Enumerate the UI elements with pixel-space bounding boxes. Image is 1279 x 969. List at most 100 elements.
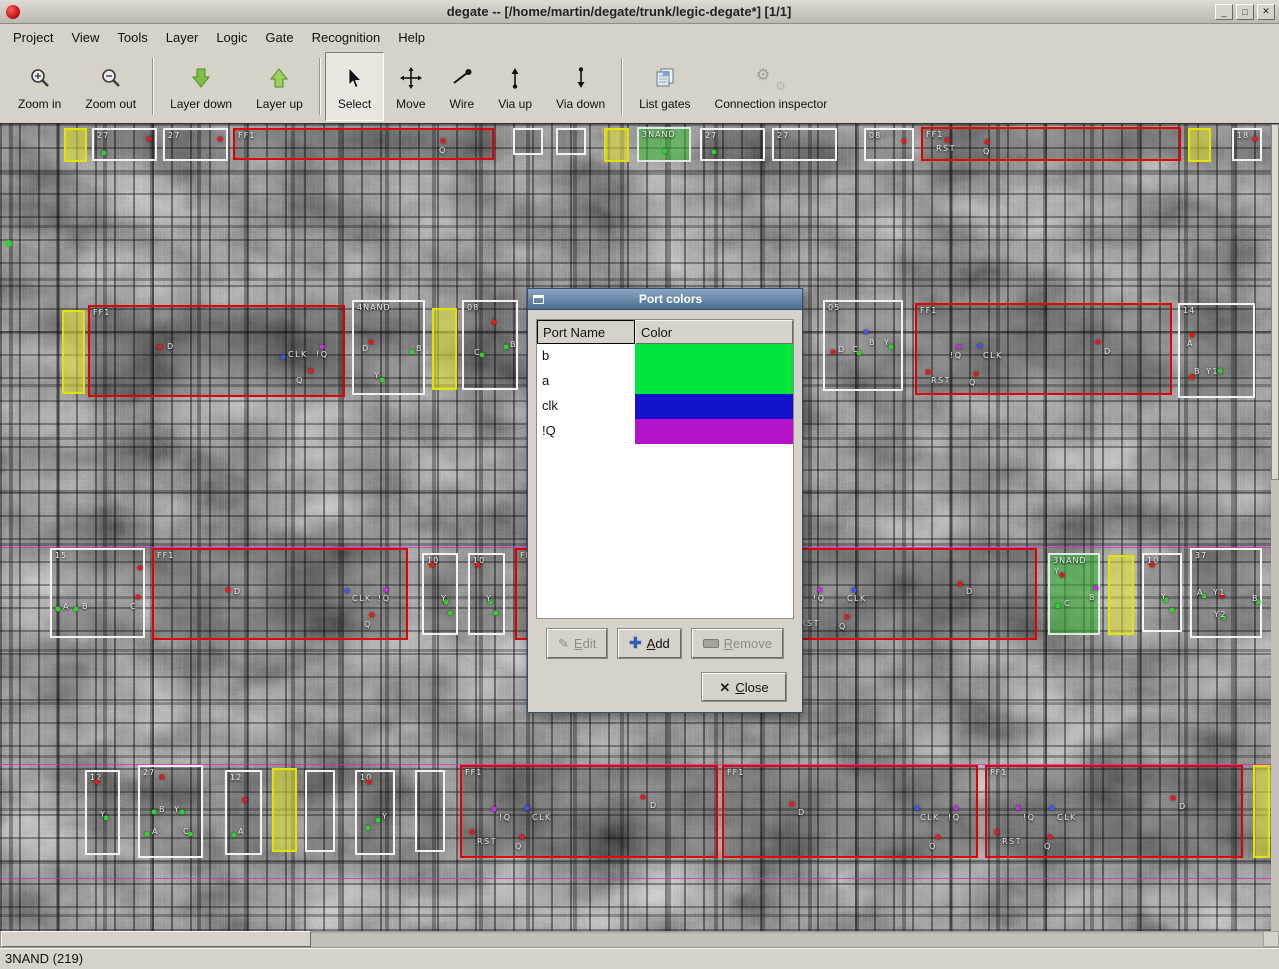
port-dot[interactable] — [1150, 563, 1155, 568]
tool-wire[interactable]: Wire — [438, 52, 487, 121]
tool-zoom-out[interactable]: Zoom out — [73, 52, 148, 121]
gate-box[interactable] — [432, 308, 457, 390]
port-dot[interactable] — [494, 611, 499, 616]
port-dot[interactable] — [957, 345, 962, 350]
table-row[interactable]: clk — [537, 394, 793, 419]
port-dot[interactable] — [915, 806, 920, 811]
gate-box[interactable]: FF1RSTQ — [921, 127, 1181, 161]
port-dot[interactable] — [232, 833, 237, 838]
gate-box[interactable]: 14ABY1 — [1178, 303, 1255, 398]
tool-list-gates[interactable]: List gates — [627, 52, 702, 121]
gate-box[interactable]: 12Y — [85, 770, 120, 855]
port-dot[interactable] — [790, 802, 795, 807]
port-dot[interactable] — [902, 139, 907, 144]
port-dot[interactable] — [441, 139, 446, 144]
port-color-swatch[interactable] — [635, 419, 793, 444]
tool-via-down[interactable]: Via down — [544, 52, 617, 121]
port-dot[interactable] — [367, 780, 372, 785]
port-dot[interactable] — [954, 806, 959, 811]
gate-box[interactable]: 10Y — [355, 770, 395, 855]
tool-via-up[interactable]: Via up — [486, 52, 544, 121]
port-dot[interactable] — [995, 830, 1000, 835]
gate-box[interactable] — [1188, 128, 1211, 162]
gate-box[interactable] — [1253, 765, 1270, 858]
vertical-scrollbar[interactable] — [1271, 124, 1279, 931]
port-dot[interactable] — [160, 775, 165, 780]
gate-box[interactable]: FF1!QCLKDRSTQ — [460, 765, 718, 858]
gate-box[interactable]: 12A — [225, 770, 262, 855]
port-dot[interactable] — [641, 795, 646, 800]
port-dot[interactable] — [1050, 806, 1055, 811]
port-dot[interactable] — [1048, 835, 1053, 840]
port-dot[interactable] — [492, 320, 497, 325]
port-dot[interactable] — [958, 582, 963, 587]
port-dot[interactable] — [102, 151, 107, 156]
port-dot[interactable] — [218, 137, 223, 142]
port-dot[interactable] — [370, 613, 375, 618]
gate-box[interactable]: FF1!QCLKDRSTQ — [915, 303, 1172, 395]
port-dot[interactable] — [281, 355, 286, 360]
port-dot[interactable] — [95, 780, 100, 785]
gate-box[interactable]: 27 — [772, 128, 837, 161]
port-dot[interactable] — [1253, 137, 1258, 142]
menu-tools[interactable]: Tools — [108, 26, 156, 49]
port-dot[interactable] — [1170, 608, 1175, 613]
port-dot[interactable] — [818, 588, 823, 593]
gate-box[interactable] — [272, 768, 297, 852]
gate-box[interactable] — [513, 128, 543, 155]
port-dot[interactable] — [1190, 333, 1195, 338]
port-dot[interactable] — [663, 149, 668, 154]
gate-box[interactable] — [305, 770, 335, 852]
close-button[interactable]: ✕ Close — [702, 673, 786, 701]
gate-box[interactable] — [556, 128, 586, 155]
gate-box[interactable]: 10Y — [468, 553, 505, 635]
table-row[interactable]: a — [537, 369, 793, 394]
port-dot[interactable] — [974, 372, 979, 377]
column-header-port-name[interactable]: Port Name — [537, 320, 635, 344]
port-dot[interactable] — [376, 818, 381, 823]
port-dot[interactable] — [525, 806, 530, 811]
port-dot[interactable] — [147, 137, 152, 142]
port-dot[interactable] — [145, 832, 150, 837]
port-dot[interactable] — [1096, 340, 1101, 345]
port-dot[interactable] — [978, 344, 983, 349]
gate-box[interactable]: 3NANDYCB — [1048, 553, 1100, 635]
tool-connection-inspector[interactable]: ⚙⚙ Connection inspector — [703, 52, 840, 121]
port-dot[interactable] — [366, 826, 371, 831]
port-dot[interactable] — [448, 611, 453, 616]
port-dot[interactable] — [410, 350, 415, 355]
port-dot[interactable] — [1016, 806, 1021, 811]
table-row[interactable]: b — [537, 344, 793, 369]
gate-box[interactable]: 3NAND — [637, 127, 691, 162]
remove-button[interactable]: Remove — [692, 629, 783, 658]
gate-box[interactable]: FF1DCLK!QQ — [152, 548, 408, 640]
maximize-button[interactable]: □ — [1236, 4, 1254, 20]
gate-box[interactable]: FF1!QCLKDRSTQ — [985, 765, 1243, 858]
port-dot[interactable] — [945, 138, 950, 143]
port-dot[interactable] — [845, 615, 850, 620]
menu-gate[interactable]: Gate — [256, 26, 302, 49]
gate-box[interactable]: 15ABC — [50, 548, 145, 638]
gate-box[interactable] — [1108, 555, 1134, 635]
menu-layer[interactable]: Layer — [157, 26, 208, 49]
via-marker[interactable] — [5, 240, 12, 247]
titlebar[interactable]: degate -- [/home/martin/degate/trunk/leg… — [0, 0, 1279, 24]
menu-logic[interactable]: Logic — [207, 26, 256, 49]
gate-box[interactable]: FF1Q — [233, 128, 494, 160]
gate-box[interactable] — [415, 770, 445, 852]
port-color-swatch[interactable] — [635, 369, 793, 394]
gate-box[interactable]: 4NANDDBY — [352, 300, 425, 395]
port-dot[interactable] — [852, 588, 857, 593]
port-color-swatch[interactable] — [635, 394, 793, 419]
port-dot[interactable] — [926, 370, 931, 375]
gate-box[interactable]: 27 — [700, 128, 765, 161]
port-dot[interactable] — [476, 563, 481, 568]
menu-recognition[interactable]: Recognition — [303, 26, 390, 49]
port-dot[interactable] — [492, 807, 497, 812]
edit-button[interactable]: ✎ Edit — [547, 629, 607, 658]
port-dot[interactable] — [56, 607, 61, 612]
gate-box[interactable] — [64, 128, 87, 162]
gate-box[interactable]: FF1DCLK!QQ — [722, 765, 978, 858]
port-dot[interactable] — [864, 330, 869, 335]
close-window-button[interactable]: ✕ — [1257, 4, 1275, 20]
